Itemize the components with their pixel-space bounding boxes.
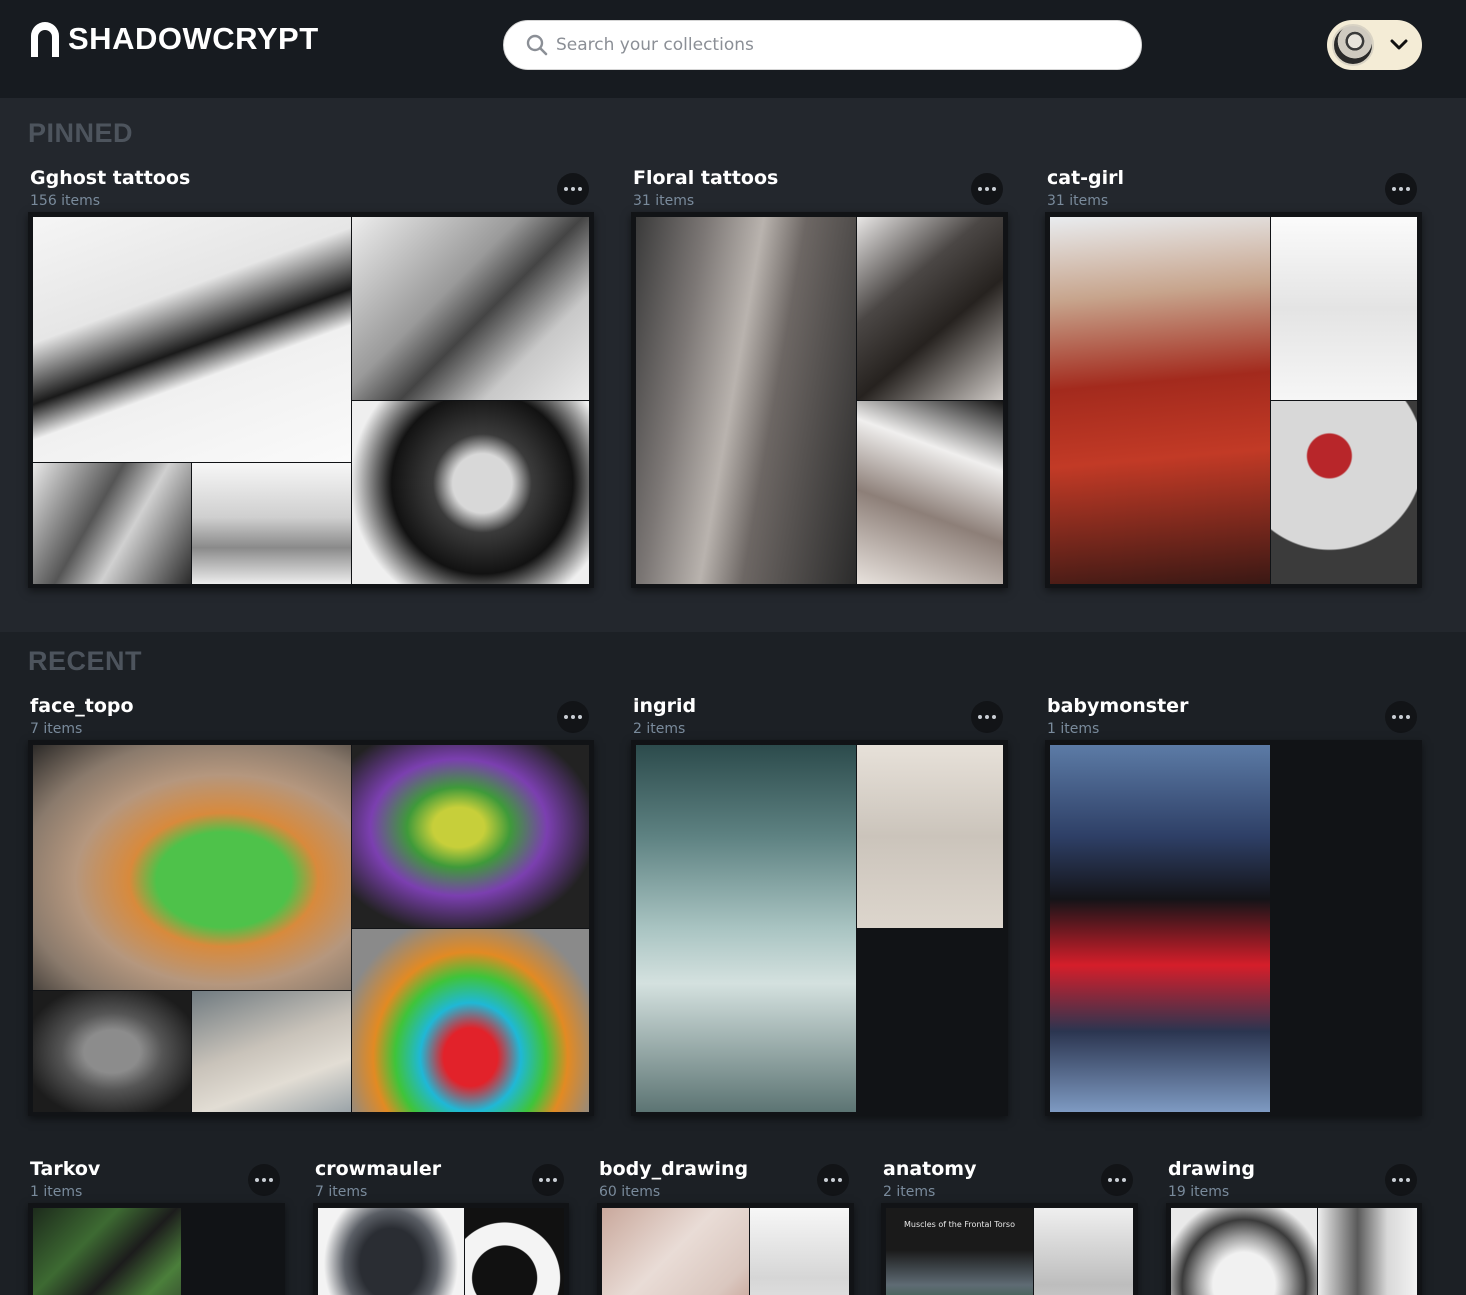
- search-input[interactable]: [556, 35, 1116, 55]
- more-options-button[interactable]: [557, 173, 589, 205]
- collection-item-count: 2 items: [633, 721, 686, 737]
- collection-preview-grid[interactable]: [631, 212, 1008, 588]
- search-bar[interactable]: [503, 20, 1142, 70]
- preview-thumbnail: [857, 401, 1003, 584]
- collection-name[interactable]: Floral tattoos: [633, 167, 778, 189]
- preview-thumbnail: [602, 1208, 749, 1295]
- preview-thumbnail: [1271, 401, 1417, 584]
- collection-item-count: 31 items: [633, 193, 695, 209]
- collection-name[interactable]: anatomy: [883, 1158, 977, 1180]
- more-options-button[interactable]: [532, 1164, 564, 1196]
- collection-item-count: 2 items: [883, 1184, 936, 1200]
- collection-name[interactable]: drawing: [1168, 1158, 1255, 1180]
- collection-preview-grid[interactable]: Muscles of the Frontal Torso: [881, 1203, 1138, 1295]
- preview-thumbnail: [352, 929, 589, 1112]
- pinned-section-title: PINNED: [28, 118, 134, 148]
- collection-name[interactable]: face_topo: [30, 695, 134, 717]
- collection-item-count: 31 items: [1047, 193, 1109, 209]
- preview-thumbnail: [352, 217, 589, 400]
- collection-preview-grid[interactable]: [1166, 1203, 1422, 1295]
- preview-thumbnail: [636, 217, 856, 584]
- more-options-button[interactable]: [1385, 173, 1417, 205]
- collection-preview-grid[interactable]: [1045, 212, 1422, 588]
- collection-preview-grid[interactable]: [28, 740, 594, 1116]
- more-options-button[interactable]: [817, 1164, 849, 1196]
- collection-card-tarkov[interactable]: Tarkov 1 items: [28, 1158, 285, 1295]
- collection-preview-grid[interactable]: [313, 1203, 569, 1295]
- more-options-button[interactable]: [248, 1164, 280, 1196]
- collection-preview-grid[interactable]: [28, 212, 594, 588]
- preview-thumbnail: [192, 463, 351, 584]
- collection-item-count: 1 items: [30, 1184, 83, 1200]
- collection-card-ghost-tattoos[interactable]: Gghost tattoos 156 items: [28, 167, 594, 591]
- app-name: SHADOWCRYPT: [68, 21, 319, 56]
- more-options-button[interactable]: [1385, 701, 1417, 733]
- collection-card-body-drawing[interactable]: body_drawing 60 items: [597, 1158, 854, 1295]
- preview-thumbnail: [1318, 1208, 1417, 1295]
- collection-preview-grid[interactable]: [1045, 740, 1422, 1116]
- more-options-button[interactable]: [1385, 1164, 1417, 1196]
- collection-card-ingrid[interactable]: ingrid 2 items: [631, 695, 1008, 1119]
- top-bar: SHADOWCRYPT: [0, 0, 1466, 98]
- chevron-down-icon: [1390, 39, 1408, 50]
- collection-card-face-topo[interactable]: face_topo 7 items: [28, 695, 594, 1119]
- preview-thumbnail: [33, 463, 191, 584]
- collection-item-count: 7 items: [315, 1184, 368, 1200]
- preview-thumbnail: [352, 745, 589, 928]
- collection-item-count: 156 items: [30, 193, 101, 209]
- collection-preview-grid[interactable]: [28, 1203, 285, 1295]
- collection-name[interactable]: Gghost tattoos: [30, 167, 190, 189]
- collection-item-count: 7 items: [30, 721, 83, 737]
- preview-thumbnail: [750, 1208, 849, 1295]
- user-avatar: [1332, 24, 1374, 66]
- collection-card-babymonster[interactable]: babymonster 1 items: [1045, 695, 1422, 1119]
- collection-item-count: 19 items: [1168, 1184, 1230, 1200]
- collection-name[interactable]: Tarkov: [30, 1158, 100, 1180]
- collection-name[interactable]: ingrid: [633, 695, 696, 717]
- account-menu-button[interactable]: [1327, 20, 1422, 70]
- preview-thumbnail: [33, 745, 351, 990]
- preview-thumbnail: [1050, 745, 1270, 1112]
- search-icon: [526, 34, 548, 56]
- collection-item-count: 1 items: [1047, 721, 1100, 737]
- collection-card-drawing[interactable]: drawing 19 items: [1166, 1158, 1422, 1295]
- preview-thumbnail: [1050, 217, 1270, 584]
- preview-thumbnail: [636, 745, 856, 1112]
- more-options-button[interactable]: [557, 701, 589, 733]
- collection-name[interactable]: babymonster: [1047, 695, 1188, 717]
- preview-thumbnail: [857, 217, 1003, 400]
- crypt-logo-icon: [31, 22, 59, 57]
- collection-name[interactable]: cat-girl: [1047, 167, 1124, 189]
- recent-section-title: RECENT: [28, 646, 143, 676]
- more-options-button[interactable]: [971, 173, 1003, 205]
- collection-card-cat-girl[interactable]: cat-girl 31 items: [1045, 167, 1422, 591]
- preview-thumbnail: [1271, 217, 1417, 400]
- collection-card-crowmauler[interactable]: crowmauler 7 items: [313, 1158, 569, 1295]
- preview-thumbnail: [857, 745, 1003, 928]
- preview-thumbnail: [1171, 1208, 1317, 1295]
- thumbnail-caption: Muscles of the Frontal Torso: [904, 1220, 1015, 1229]
- preview-thumbnail: [33, 991, 191, 1112]
- preview-thumbnail: [352, 401, 589, 584]
- preview-thumbnail: [192, 991, 351, 1112]
- collection-item-count: 60 items: [599, 1184, 661, 1200]
- collection-name[interactable]: body_drawing: [599, 1158, 748, 1180]
- more-options-button[interactable]: [1101, 1164, 1133, 1196]
- collection-card-anatomy[interactable]: anatomy 2 items Muscles of the Frontal T…: [881, 1158, 1138, 1295]
- collection-card-floral-tattoos[interactable]: Floral tattoos 31 items: [631, 167, 1008, 591]
- preview-thumbnail: Muscles of the Frontal Torso: [886, 1208, 1033, 1295]
- collection-name[interactable]: crowmauler: [315, 1158, 441, 1180]
- preview-thumbnail: [1034, 1208, 1133, 1295]
- app-logo[interactable]: SHADOWCRYPT: [28, 20, 319, 58]
- preview-thumbnail: [465, 1208, 564, 1295]
- more-options-button[interactable]: [971, 701, 1003, 733]
- preview-thumbnail: [33, 1208, 181, 1295]
- collection-preview-grid[interactable]: [631, 740, 1008, 1116]
- collection-preview-grid[interactable]: [597, 1203, 854, 1295]
- preview-thumbnail: [318, 1208, 464, 1295]
- preview-thumbnail: [33, 217, 351, 462]
